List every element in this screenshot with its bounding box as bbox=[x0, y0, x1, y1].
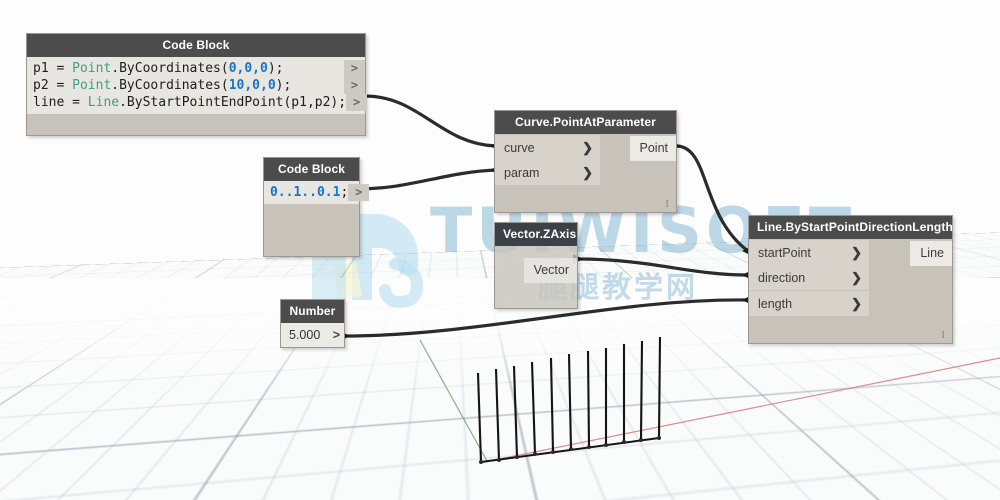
input-port-label: curve bbox=[504, 141, 535, 155]
code-editor[interactable]: 0..1..0.1; > bbox=[264, 181, 359, 204]
output-port-line[interactable]: Line bbox=[910, 241, 952, 266]
input-port-length[interactable]: length ❯ bbox=[749, 291, 869, 316]
input-port-curve[interactable]: curve ❯ bbox=[495, 135, 600, 160]
node-line-by-start-point-direction-length[interactable]: Line.ByStartPointDirectionLength Line st… bbox=[748, 215, 953, 344]
input-port-startpoint[interactable]: startPoint ❯ bbox=[749, 240, 869, 265]
input-port-label: direction bbox=[758, 271, 805, 285]
chevron-right-icon: > bbox=[333, 328, 340, 342]
chevron-right-icon: ❯ bbox=[851, 245, 862, 261]
code-output-port[interactable]: > bbox=[348, 184, 369, 201]
node-title: Line.ByStartPointDirectionLength bbox=[749, 216, 952, 239]
node-number[interactable]: Number 5.000 > bbox=[280, 299, 345, 348]
node-code-block-2[interactable]: Code Block 0..1..0.1; > bbox=[263, 157, 360, 257]
node-footer-handle: I bbox=[665, 198, 669, 210]
dynamo-screenshot: TUIWISOFT 腿腿教学网 Code Block p1 = Point.By… bbox=[0, 0, 1000, 500]
code-line: line = Line.ByStartPointEndPoint(p1,p2);… bbox=[27, 94, 365, 111]
node-curve-point-at-parameter[interactable]: Curve.PointAtParameter Point curve ❯ par… bbox=[494, 110, 677, 213]
input-port-label: length bbox=[758, 297, 792, 311]
code-output-port[interactable]: > bbox=[344, 60, 365, 77]
node-title: Vector.ZAxis bbox=[495, 223, 577, 246]
node-padding bbox=[264, 204, 359, 256]
chevron-right-icon: ❯ bbox=[851, 296, 862, 312]
input-port-direction[interactable]: direction ❯ bbox=[749, 265, 869, 290]
input-port-label: param bbox=[504, 166, 539, 180]
node-title: Code Block bbox=[264, 158, 359, 181]
output-port-point[interactable]: Point bbox=[630, 136, 677, 161]
code-output-port[interactable]: > bbox=[346, 94, 367, 111]
node-title: Number bbox=[281, 300, 344, 323]
code-editor[interactable]: p1 = Point.ByCoordinates(0,0,0); > p2 = … bbox=[27, 57, 365, 114]
input-port-param[interactable]: param ❯ bbox=[495, 160, 600, 185]
code-output-port[interactable]: > bbox=[344, 77, 365, 94]
node-title: Curve.PointAtParameter bbox=[495, 111, 676, 134]
input-port-label: startPoint bbox=[758, 246, 811, 260]
node-code-block-1[interactable]: Code Block p1 = Point.ByCoordinates(0,0,… bbox=[26, 33, 366, 136]
output-port-vector[interactable]: Vector bbox=[524, 258, 577, 283]
node-vector-zaxis[interactable]: Vector.ZAxis Vector bbox=[494, 222, 578, 309]
node-title: Code Block bbox=[27, 34, 365, 57]
number-value-field[interactable]: 5.000 > bbox=[281, 323, 344, 347]
chevron-right-icon: ❯ bbox=[582, 140, 593, 156]
node-footer-handle: I bbox=[941, 329, 945, 341]
node-padding bbox=[27, 114, 365, 135]
chevron-right-icon: ❯ bbox=[851, 270, 862, 286]
number-value: 5.000 bbox=[289, 328, 320, 342]
code-line: 0..1..0.1; > bbox=[264, 184, 359, 201]
chevron-right-icon: ❯ bbox=[582, 165, 593, 181]
code-line: p1 = Point.ByCoordinates(0,0,0); > bbox=[27, 60, 365, 77]
code-line: p2 = Point.ByCoordinates(10,0,0); > bbox=[27, 77, 365, 94]
